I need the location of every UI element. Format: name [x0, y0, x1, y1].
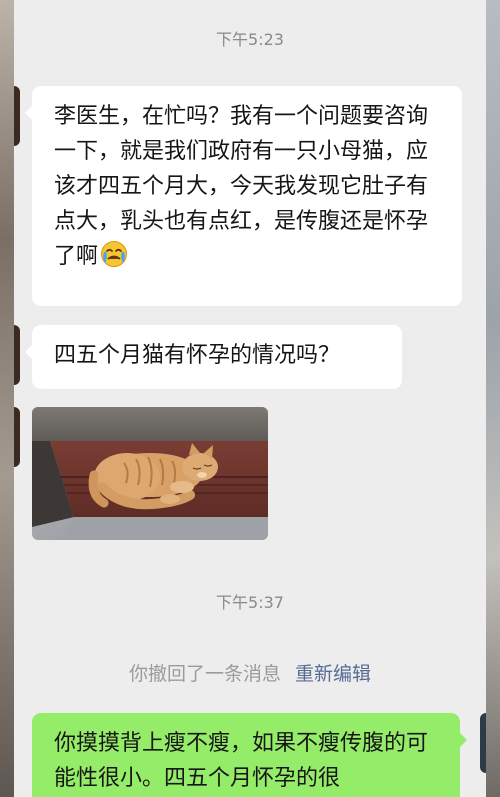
- message-text: 你摸摸背上瘦不瘦，如果不瘦传腹的可能性很小。四五个月怀孕的很: [54, 731, 429, 791]
- timestamp: 下午5:37: [216, 593, 284, 612]
- re-edit-link[interactable]: 重新编辑: [295, 663, 371, 685]
- timestamp: 下午5:23: [216, 30, 284, 49]
- crying-face-icon: [100, 240, 128, 268]
- chat-window[interactable]: 下午5:23 李医生，在忙吗？我有一个问题要咨询一下，就是我们政府有一只小母猫，…: [14, 0, 486, 797]
- message-bubble-sent[interactable]: 你摸摸背上瘦不瘦，如果不瘦传腹的可能性很小。四五个月怀孕的很: [32, 713, 467, 797]
- message-text: 四五个月猫有怀孕的情况吗？: [54, 343, 341, 368]
- avatar[interactable]: [480, 713, 486, 773]
- recall-notice: 你撤回了一条消息 重新编辑: [14, 659, 486, 686]
- cat-photo[interactable]: [32, 407, 268, 540]
- avatar[interactable]: [14, 325, 20, 385]
- avatar[interactable]: [14, 86, 20, 146]
- avatar[interactable]: [14, 407, 20, 467]
- recall-text: 你撤回了一条消息: [128, 663, 281, 685]
- message-bubble[interactable]: 李医生，在忙吗？我有一个问题要咨询一下，就是我们政府有一只小母猫，应该才四五个月…: [25, 86, 462, 306]
- message-bubble[interactable]: 四五个月猫有怀孕的情况吗？: [25, 325, 402, 389]
